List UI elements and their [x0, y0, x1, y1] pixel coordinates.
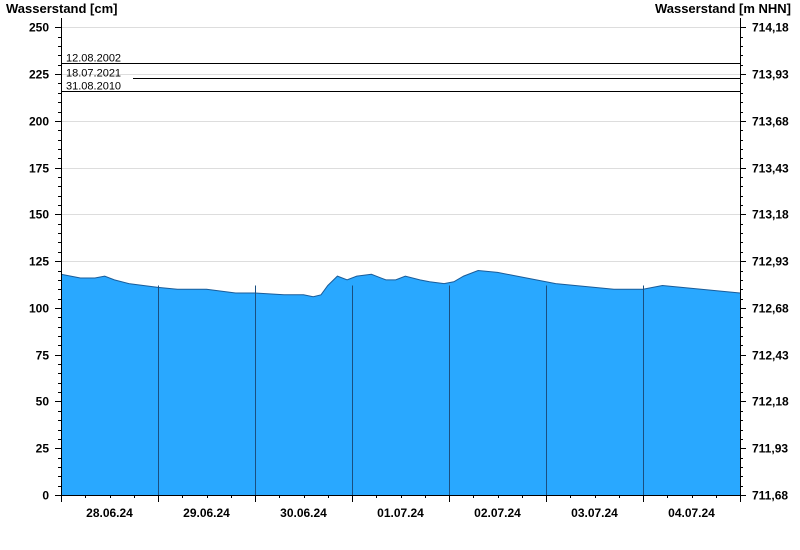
- y-tick-label-left: 200: [29, 115, 49, 129]
- y-tick-label-right: 713,68: [752, 115, 789, 129]
- y-tick-label-left: 150: [29, 208, 49, 222]
- water-level-area: [61, 270, 740, 495]
- reference-levels: 12.08.2002 18.07.202131.08.2010: [61, 53, 740, 93]
- x-tick-label: 28.06.24: [86, 506, 133, 520]
- y-tick-label-right: 713,93: [752, 68, 789, 82]
- y-tick-label-left: 0: [42, 489, 49, 503]
- y-tick-label-right: 712,18: [752, 395, 789, 409]
- reference-label: 12.08.2002: [66, 53, 121, 65]
- y-tick-label-right: 711,93: [752, 442, 788, 456]
- x-tick-label: 01.07.24: [377, 506, 424, 520]
- y-tick-label-left: 25: [36, 442, 50, 456]
- y-tick-label-right: 712,68: [752, 302, 789, 316]
- y-tick-label-left: 100: [29, 302, 49, 316]
- reference-label: 18.07.2021: [66, 68, 121, 80]
- x-tick-label: 29.06.24: [183, 506, 230, 520]
- y-tick-label-right: 714,18: [752, 21, 789, 35]
- plot-area: [60, 269, 741, 495]
- y-tick-label-right: 713,18: [752, 208, 789, 222]
- x-tick-label: 02.07.24: [474, 506, 521, 520]
- y-tick-label-right: 713,43: [752, 162, 789, 176]
- y-tick-label-right: 712,43: [752, 349, 789, 363]
- reference-label: 31.08.2010: [66, 81, 121, 93]
- y-tick-label-left: 125: [29, 255, 49, 269]
- y-tick-label-right: 711,68: [752, 489, 788, 503]
- y-tick-label-left: 75: [36, 349, 50, 363]
- y-tick-label-right: 712,93: [752, 255, 789, 269]
- y-tick-label-left: 50: [36, 395, 50, 409]
- y-tick-label-left: 225: [29, 68, 49, 82]
- x-tick-label: 04.07.24: [668, 506, 715, 520]
- y-tick-label-left: 250: [29, 21, 49, 35]
- y-tick-label-left: 175: [29, 162, 49, 176]
- x-tick-label: 03.07.24: [571, 506, 618, 520]
- water-level-chart: 12.08.2002 18.07.202131.08.2010 0 711,68 25…: [29, 18, 789, 520]
- x-tick-label: 30.06.24: [280, 506, 327, 520]
